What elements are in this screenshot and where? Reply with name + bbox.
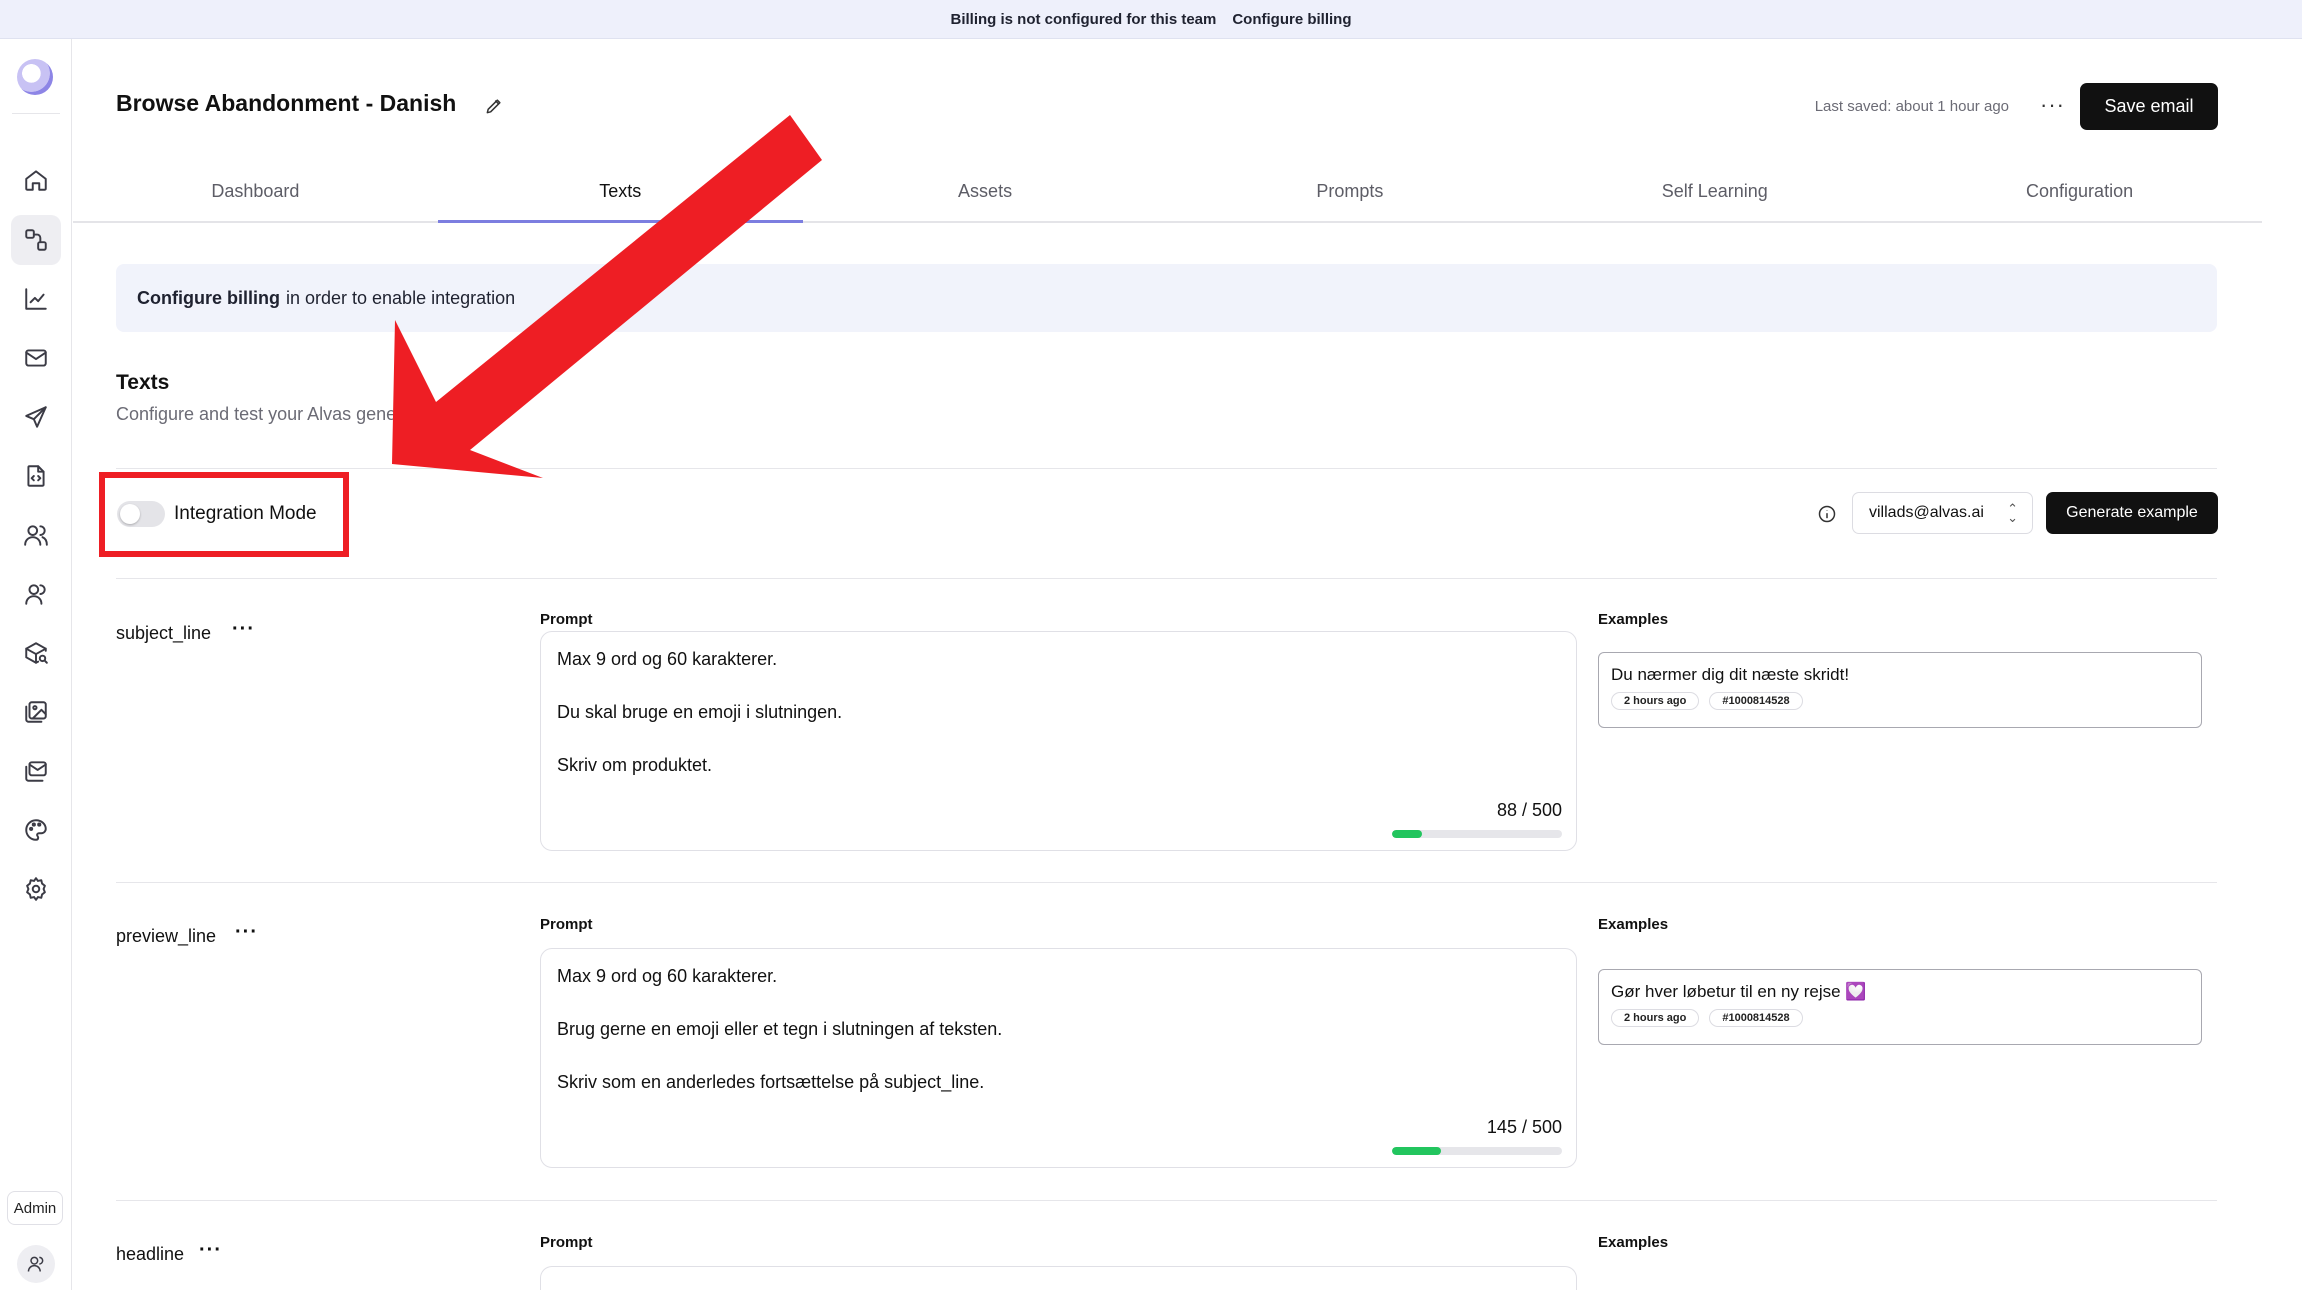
prompt-line: Skriv om produktet. xyxy=(557,755,713,775)
test-email-select[interactable]: villads@alvas.ai ⌃ ⌄ xyxy=(1852,492,2033,534)
gear-icon xyxy=(26,877,46,901)
sidebar-item-assets[interactable] xyxy=(11,687,61,737)
prompt-textarea[interactable]: Max 9 ord og 60 karakterer. Du skal brug… xyxy=(540,631,1577,851)
char-counter: 145 / 500 xyxy=(1486,1117,1562,1137)
example-card[interactable]: Du nærmer dig dit næste skridt! 2 hours … xyxy=(1598,652,2202,728)
examples-label: Examples xyxy=(1598,916,1669,933)
section-title: Texts xyxy=(116,371,170,394)
sidebar-item-contacts[interactable] xyxy=(11,569,61,619)
pencil-icon xyxy=(486,99,501,114)
user-icon xyxy=(27,1256,44,1272)
sidebar-item-templates[interactable] xyxy=(11,451,61,501)
mails-icon xyxy=(25,761,47,782)
info-icon xyxy=(1818,505,1836,523)
field-name-preview-line: preview_line xyxy=(116,926,217,946)
billing-alert: Configure billing in order to enable int… xyxy=(116,264,2217,332)
progress-fill xyxy=(1392,1147,1442,1155)
divider xyxy=(116,1200,2217,1201)
prompt-label: Prompt xyxy=(540,611,593,628)
home-icon xyxy=(25,170,47,191)
sidebar-item-analytics[interactable] xyxy=(11,274,61,324)
tab-self-learning[interactable]: Self Learning xyxy=(1532,162,1897,221)
char-progress-bar xyxy=(1392,1147,1562,1155)
sidebar-item-emails[interactable] xyxy=(11,333,61,383)
mail-icon xyxy=(25,349,47,367)
page-title: Browse Abandonment - Danish xyxy=(116,90,457,116)
prompt-line: Max 9 ord og 60 karakterer. xyxy=(557,649,778,669)
alert-text: in order to enable integration xyxy=(285,287,516,308)
save-email-button[interactable]: Save email xyxy=(2080,83,2218,130)
highlight-annotation xyxy=(99,472,349,557)
info-button[interactable] xyxy=(1817,504,1837,524)
example-text: Du nærmer dig dit næste skridt! xyxy=(1611,665,1850,684)
configure-billing-link[interactable]: Configure billing xyxy=(1232,11,1351,28)
examples-label: Examples xyxy=(1598,611,1669,628)
users-icon xyxy=(24,525,48,546)
tab-assets[interactable]: Assets xyxy=(803,162,1168,221)
sidebar-item-campaigns[interactable] xyxy=(11,392,61,442)
prompt-textarea[interactable] xyxy=(540,1266,1577,1290)
sidebar-item-flows[interactable] xyxy=(11,215,61,265)
send-icon xyxy=(25,406,47,428)
char-counter: 88 / 500 xyxy=(1496,800,1562,820)
sidebar: Admin xyxy=(0,39,72,1290)
test-email-value: villads@alvas.ai xyxy=(1869,504,1984,521)
sidebar-item-inbox[interactable] xyxy=(11,746,61,796)
package-search-icon xyxy=(25,642,48,664)
prompt-label: Prompt xyxy=(540,916,593,933)
last-saved-status: Last saved: about 1 hour ago xyxy=(1814,98,2009,115)
divider xyxy=(116,882,2217,883)
configure-billing-alert-link[interactable]: Configure billing xyxy=(137,288,280,309)
file-code-icon xyxy=(27,465,45,487)
tab-texts[interactable]: Texts xyxy=(437,162,803,223)
flows-icon xyxy=(25,229,47,251)
images-icon xyxy=(25,701,47,723)
field-more-button[interactable]: ··· xyxy=(199,1239,222,1262)
char-progress-bar xyxy=(1392,830,1562,838)
example-id-badge: #1000814528 xyxy=(1709,692,1803,710)
example-time-badge: 2 hours ago xyxy=(1611,1009,1700,1027)
avatar[interactable] xyxy=(17,1245,55,1283)
more-options-button[interactable]: ··· xyxy=(2040,92,2065,118)
example-text: Gør hver løbetur til en ny rejse 💟 xyxy=(1611,982,1867,1001)
sidebar-divider xyxy=(12,113,60,114)
generate-example-button[interactable]: Generate example xyxy=(2046,492,2218,534)
user-group-icon xyxy=(25,584,46,605)
field-name-subject-line: subject_line xyxy=(116,623,212,643)
prompt-label: Prompt xyxy=(540,1234,593,1251)
billing-banner: Billing is not configured for this team … xyxy=(0,0,2302,39)
sidebar-item-audience[interactable] xyxy=(11,510,61,560)
example-card[interactable]: Gør hver løbetur til en ny rejse 💟 2 hou… xyxy=(1598,969,2202,1045)
sidebar-item-products[interactable] xyxy=(11,628,61,678)
examples-label: Examples xyxy=(1598,1234,1669,1251)
prompt-line: Skriv som en anderledes fortsættelse på … xyxy=(557,1072,985,1092)
example-time-badge: 2 hours ago xyxy=(1611,692,1700,710)
prompt-line: Brug gerne en emoji eller et tegn i slut… xyxy=(557,1019,1003,1039)
prompt-line: Max 9 ord og 60 karakterer. xyxy=(557,966,778,986)
edit-title-button[interactable] xyxy=(484,96,504,116)
field-more-button[interactable]: ··· xyxy=(235,921,258,944)
logo-icon[interactable] xyxy=(17,59,53,95)
field-more-button[interactable]: ··· xyxy=(232,618,255,641)
chevron-up-down-icon: ⌃ ⌄ xyxy=(2007,501,2018,525)
divider xyxy=(116,578,2217,579)
field-name-headline: headline xyxy=(116,1244,185,1264)
tab-dashboard[interactable]: Dashboard xyxy=(73,162,438,221)
prompt-textarea[interactable]: Max 9 ord og 60 karakterer. Brug gerne e… xyxy=(540,948,1577,1168)
section-subtitle: Configure and test your Alvas generated … xyxy=(116,404,495,424)
example-id-badge: #1000814528 xyxy=(1709,1009,1803,1027)
divider xyxy=(116,468,2217,469)
sidebar-item-home[interactable] xyxy=(11,155,61,205)
chart-line-icon xyxy=(25,288,47,310)
tab-prompts[interactable]: Prompts xyxy=(1167,162,1532,221)
sidebar-item-settings[interactable] xyxy=(11,864,61,914)
tab-bar: Dashboard Texts Assets Prompts Self Lear… xyxy=(73,162,2262,223)
progress-fill xyxy=(1392,830,1422,838)
banner-message: Billing is not configured for this team xyxy=(950,10,1217,28)
tab-configuration[interactable]: Configuration xyxy=(1897,162,2262,221)
palette-icon xyxy=(25,819,47,841)
sidebar-item-brand[interactable] xyxy=(11,805,61,855)
prompt-line: Du skal bruge en emoji i slutningen. xyxy=(557,702,843,722)
admin-button[interactable]: Admin xyxy=(7,1191,63,1225)
